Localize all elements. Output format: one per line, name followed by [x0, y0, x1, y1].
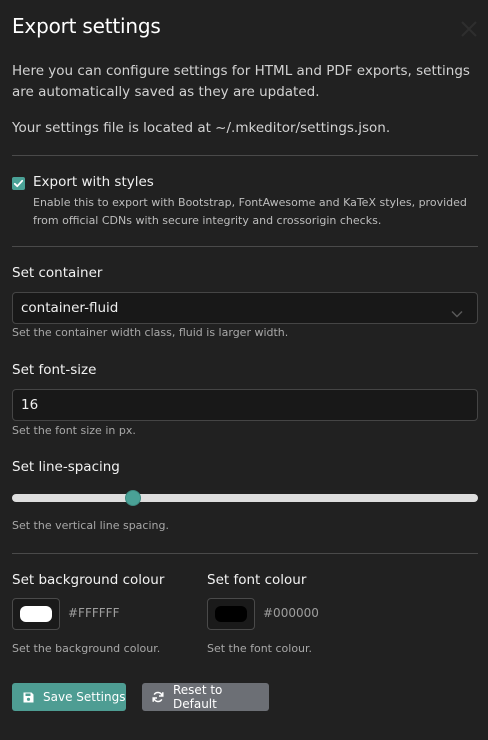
line-spacing-slider[interactable]	[12, 494, 478, 502]
intro-text: Here you can configure settings for HTML…	[12, 63, 470, 100]
container-label: Set container	[12, 265, 103, 281]
background-colour-label: Set background colour	[12, 572, 165, 588]
line-spacing-slider-thumb[interactable]	[125, 490, 142, 506]
line-spacing-help: Set the vertical line spacing.	[12, 519, 169, 532]
container-help: Set the container width class, fluid is …	[12, 326, 289, 339]
container-select[interactable]: container-fluid	[12, 292, 478, 324]
floppy-disk-icon	[23, 692, 34, 703]
font-colour-help: Set the font colour.	[207, 642, 313, 655]
close-button[interactable]	[459, 19, 479, 39]
export-with-styles-help: Enable this to export with Bootstrap, Fo…	[33, 196, 467, 227]
line-spacing-label: Set line-spacing	[12, 459, 120, 475]
font-colour-label: Set font colour	[207, 572, 307, 588]
save-settings-button[interactable]: Save Settings	[12, 683, 126, 711]
check-icon	[13, 179, 24, 188]
font-colour-swatch	[215, 606, 247, 622]
font-colour-value: #000000	[263, 606, 319, 620]
divider	[12, 246, 478, 247]
reset-to-default-label: Reset to Default	[173, 683, 223, 711]
divider	[12, 155, 478, 156]
export-with-styles-label[interactable]: Export with styles	[33, 174, 154, 190]
container-select-value: container-fluid	[21, 300, 119, 316]
export-with-styles-checkbox[interactable]	[12, 177, 25, 190]
save-settings-label: Save Settings	[43, 690, 126, 704]
refresh-icon	[152, 691, 164, 703]
background-colour-help: Set the background colour.	[12, 642, 161, 655]
settings-location-text: Your settings file is located at ~/.mked…	[12, 120, 391, 136]
dialog-title: Export settings	[12, 14, 161, 38]
divider	[12, 553, 478, 554]
background-colour-picker[interactable]	[12, 598, 60, 630]
font-size-value: 16	[21, 397, 39, 413]
font-size-help: Set the font size in px.	[12, 424, 136, 437]
background-colour-value: #FFFFFF	[68, 606, 120, 620]
reset-to-default-button[interactable]: Reset to Default	[142, 683, 269, 711]
font-size-input[interactable]: 16	[12, 389, 478, 421]
font-size-label: Set font-size	[12, 362, 97, 378]
font-colour-picker[interactable]	[207, 598, 255, 630]
close-icon	[461, 21, 477, 37]
background-colour-swatch	[20, 606, 52, 622]
chevron-down-icon	[451, 303, 463, 322]
